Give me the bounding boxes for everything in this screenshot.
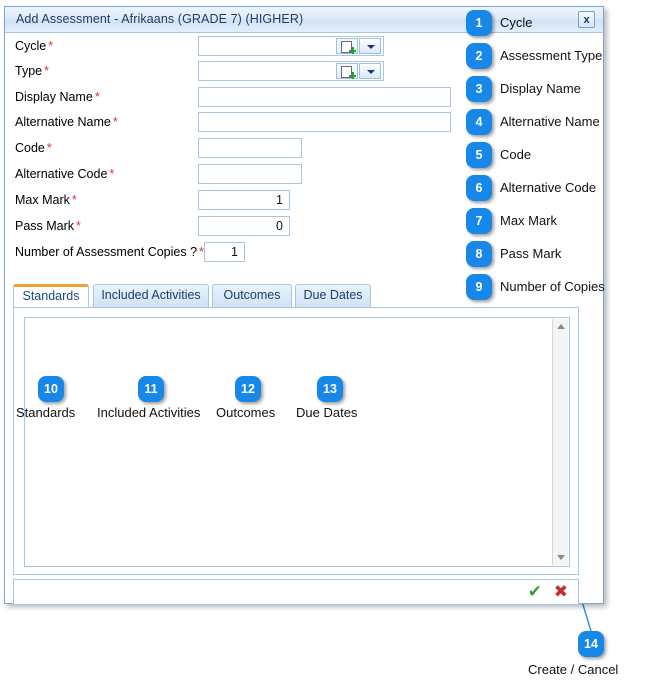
max-mark-input[interactable]: [198, 190, 290, 210]
label-number-of-copies: Number of Assessment Copies ? *: [15, 245, 204, 259]
tab-outcomes[interactable]: Outcomes: [212, 284, 292, 307]
callout-badge-4: 4: [466, 109, 492, 135]
callout-label-4: Alternative Name: [500, 114, 600, 129]
callout-label-5: Code: [500, 147, 532, 162]
scroll-down-arrow-icon[interactable]: [557, 555, 565, 560]
standards-vertical-scrollbar[interactable]: [552, 319, 568, 565]
callout-label-1: Cycle: [500, 15, 533, 30]
label-pass-mark: Pass Mark *: [15, 219, 81, 233]
pass-mark-input[interactable]: [198, 216, 290, 236]
cycle-dropdown-arrow-icon[interactable]: [359, 38, 381, 54]
tab-due-dates[interactable]: Due Dates: [295, 284, 371, 307]
alternative-code-input[interactable]: [198, 164, 302, 184]
number-of-copies-input[interactable]: [204, 242, 245, 262]
type-combo[interactable]: [198, 61, 384, 81]
callout-badge-3: 3: [466, 76, 492, 102]
cycle-input[interactable]: [199, 37, 335, 55]
display-name-input[interactable]: [198, 87, 451, 107]
type-input[interactable]: [199, 62, 335, 80]
callout-badge-11: 11: [138, 376, 164, 402]
callout-label-13: Due Dates: [296, 405, 358, 420]
callout-label-2: Assessment Type: [500, 48, 603, 63]
new-type-icon[interactable]: [336, 63, 358, 79]
callout-badge-10: 10: [38, 376, 64, 402]
cancel-button[interactable]: ✖: [554, 583, 568, 601]
callout-label-7: Max Mark: [500, 213, 558, 228]
callout-label-11: Included Activities: [97, 405, 201, 420]
label-display-name: Display Name *: [15, 90, 100, 104]
callout-label-6: Alternative Code: [500, 180, 597, 195]
callout-badge-13: 13: [317, 376, 343, 402]
callout-label-3: Display Name: [500, 81, 581, 96]
dialog-title: Add Assessment - Afrikaans (GRADE 7) (HI…: [16, 12, 304, 26]
label-max-mark: Max Mark *: [15, 193, 77, 207]
tab-included-activities[interactable]: Included Activities: [93, 284, 209, 307]
standards-list-area[interactable]: [24, 317, 570, 567]
callout-label-12: Outcomes: [216, 405, 276, 420]
dialog-footer: ✔ ✖: [13, 579, 579, 605]
alternative-name-input[interactable]: [198, 112, 451, 132]
scroll-up-arrow-icon[interactable]: [557, 324, 565, 329]
label-alternative-code: Alternative Code *: [15, 167, 115, 181]
callout-label-14: Create / Cancel: [528, 662, 619, 677]
label-type: Type *: [15, 64, 49, 78]
callout-label-10: Standards: [16, 405, 76, 420]
tab-panel-standards: [13, 307, 579, 575]
create-button[interactable]: ✔: [528, 583, 542, 601]
callout-badge-7: 7: [466, 208, 492, 234]
callout-badge-12: 12: [235, 376, 261, 402]
callout-badge-2: 2: [466, 43, 492, 69]
cycle-combo[interactable]: [198, 36, 384, 56]
callout-badge-6: 6: [466, 175, 492, 201]
callout-badge-1: 1: [466, 10, 492, 36]
label-alternative-name: Alternative Name *: [15, 115, 118, 129]
label-code: Code *: [15, 141, 52, 155]
label-cycle: Cycle *: [15, 39, 54, 53]
callout-label-9: Number of Copies: [500, 279, 605, 294]
callout-badge-5: 5: [466, 142, 492, 168]
callout-badge-9: 9: [466, 274, 492, 300]
close-icon[interactable]: x: [578, 11, 595, 28]
tab-standards[interactable]: Standards: [13, 284, 89, 307]
code-input[interactable]: [198, 138, 302, 158]
callout-label-8: Pass Mark: [500, 246, 562, 261]
type-dropdown-arrow-icon[interactable]: [359, 63, 381, 79]
callout-badge-14: 14: [578, 631, 604, 657]
new-cycle-icon[interactable]: [336, 38, 358, 54]
callout-badge-8: 8: [466, 241, 492, 267]
